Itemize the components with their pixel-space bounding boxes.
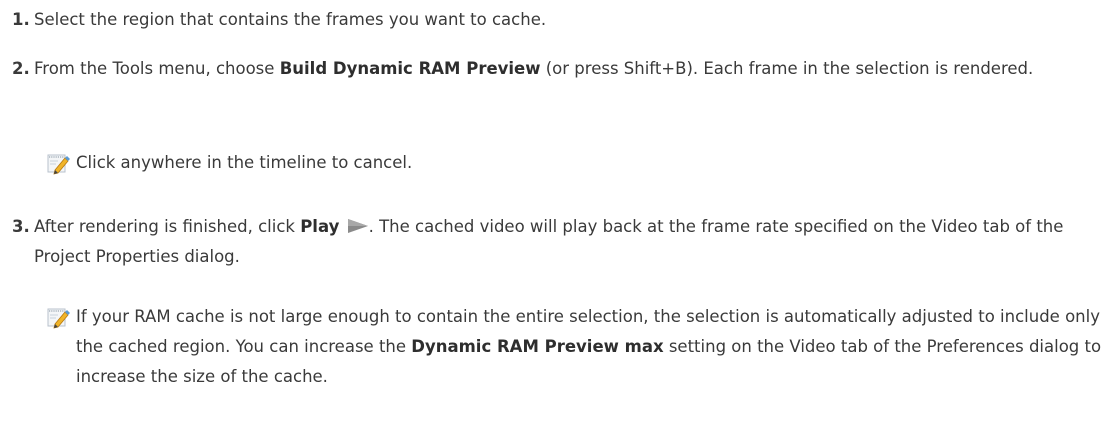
setting-dynamic-ram-preview-max: Dynamic RAM Preview max xyxy=(411,337,664,356)
step-1: 1. Select the region that contains the f… xyxy=(0,5,1112,35)
step-2-text-after: (or press Shift+B). Each frame in the se… xyxy=(540,59,1034,78)
step-2-text-before: From the Tools menu, choose xyxy=(34,59,280,78)
note-pencil-icon xyxy=(47,308,70,329)
step-3: 3. After rendering is finished, click Pl… xyxy=(0,212,1112,272)
note-text: If your RAM cache is not large enough to… xyxy=(76,302,1112,392)
step-3-note: If your RAM cache is not large enough to… xyxy=(46,302,1112,392)
step-number: 1. xyxy=(12,10,30,29)
step-1-text: Select the region that contains the fram… xyxy=(34,10,547,29)
instructions-document: 1. Select the region that contains the f… xyxy=(0,0,1118,429)
step-text: From the Tools menu, choose Build Dynami… xyxy=(34,54,1112,84)
step-text: After rendering is finished, click Play … xyxy=(34,212,1112,272)
note-text: Click anywhere in the timeline to cancel… xyxy=(76,153,413,172)
menu-command-build-dynamic-ram-preview: Build Dynamic RAM Preview xyxy=(279,59,541,78)
step-2-note: Click anywhere in the timeline to cancel… xyxy=(46,148,1112,178)
step-text: Select the region that contains the fram… xyxy=(34,5,1112,35)
note-pencil-icon xyxy=(47,154,70,175)
step-number: 3. xyxy=(12,217,30,236)
play-label: Play xyxy=(300,217,340,236)
step-3-text-before: After rendering is finished, click xyxy=(34,217,301,236)
play-icon xyxy=(347,219,368,233)
step-number: 2. xyxy=(12,59,30,78)
step-2: 2. From the Tools menu, choose Build Dyn… xyxy=(0,54,1112,84)
